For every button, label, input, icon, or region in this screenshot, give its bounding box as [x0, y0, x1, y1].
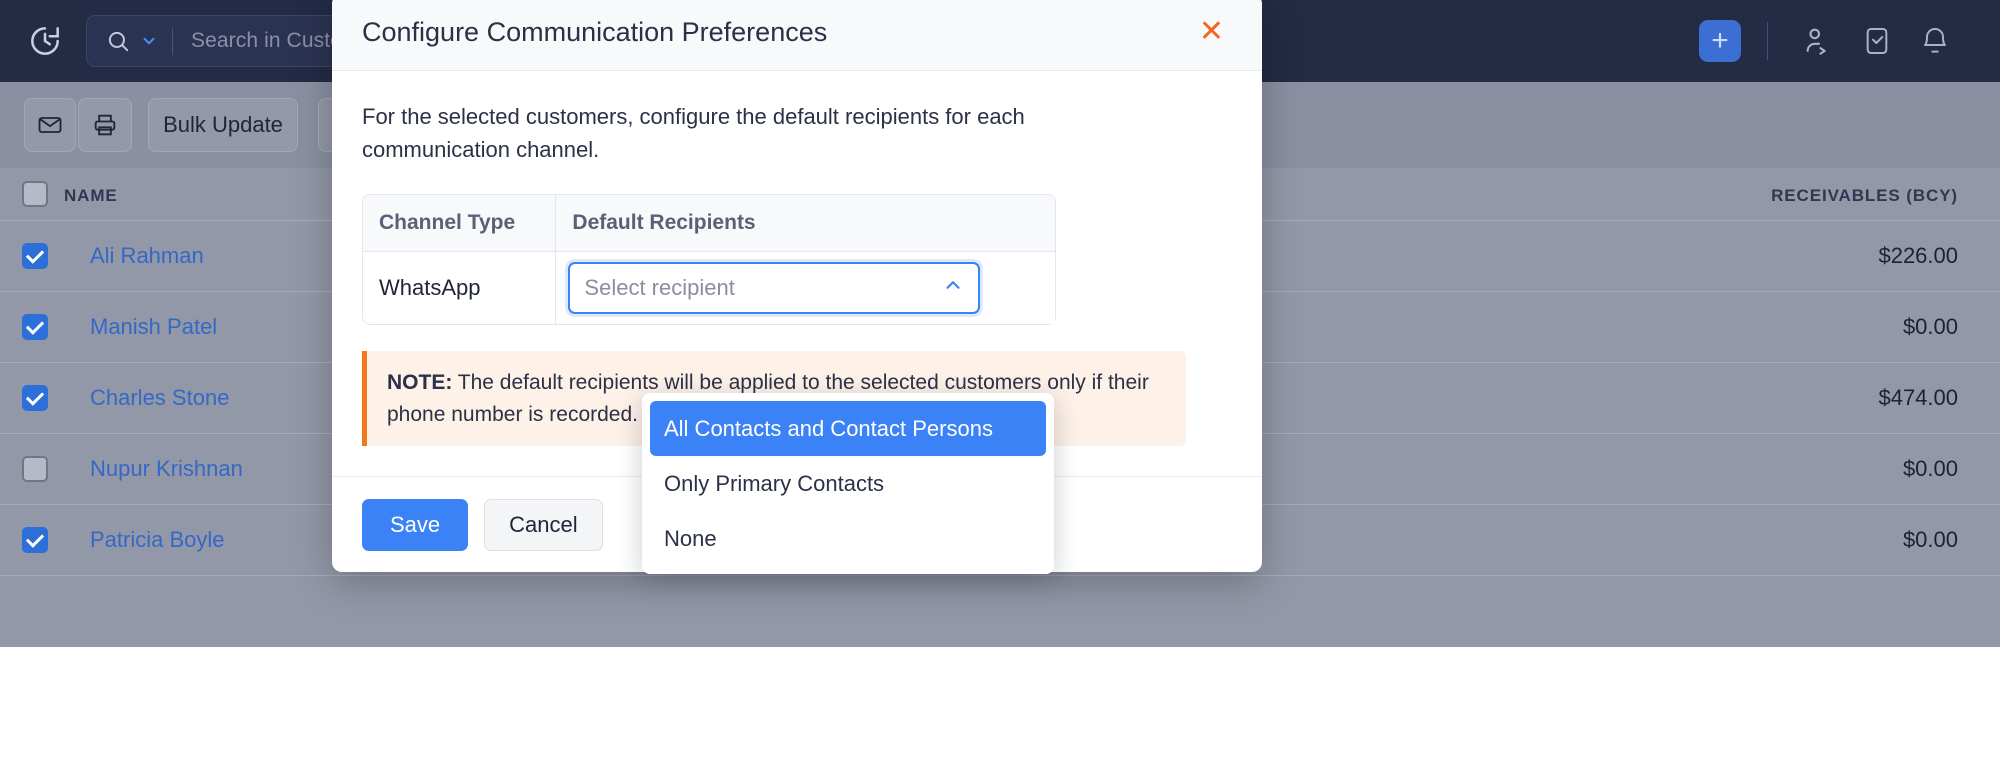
recipient-dropdown-menu: All Contacts and Contact Persons Only Pr…: [642, 393, 1054, 574]
column-header-name: NAME: [64, 186, 118, 205]
topbar-divider: [1767, 22, 1768, 60]
dropdown-option-all-contacts[interactable]: All Contacts and Contact Persons: [650, 401, 1046, 456]
configure-communication-preferences-dialog: Configure Communication Preferences ✕ Fo…: [332, 0, 1262, 574]
add-new-button[interactable]: +: [1699, 20, 1741, 62]
row-checkbox[interactable]: [22, 243, 48, 269]
tasks-clipboard-icon[interactable]: [1854, 18, 1900, 64]
select-all-checkbox[interactable]: [22, 181, 48, 207]
receivables-amount: $226.00: [1878, 243, 1958, 268]
chevron-up-icon: [942, 274, 964, 302]
channel-row-whatsapp: WhatsApp Select recipient: [363, 252, 1055, 325]
topbar-right-group: +: [1699, 0, 2000, 82]
customer-name-link[interactable]: Ali Rahman: [90, 243, 204, 269]
customer-name-link[interactable]: Manish Patel: [90, 314, 217, 340]
table-header-row: Channel Type Default Recipients: [363, 195, 1055, 253]
search-icon: [108, 31, 129, 52]
row-checkbox[interactable]: [22, 456, 48, 482]
receivables-amount: $0.00: [1902, 314, 1958, 339]
receivables-amount: $474.00: [1878, 385, 1958, 410]
save-button[interactable]: Save: [362, 498, 469, 551]
customer-name-link[interactable]: Patricia Boyle: [90, 527, 225, 553]
recipient-select-placeholder: Select recipient: [584, 275, 735, 301]
table-row[interactable]: [0, 576, 2000, 647]
customer-name-link[interactable]: Nupur Krishnan: [90, 456, 243, 482]
printer-icon: [94, 114, 116, 136]
channel-type-value: WhatsApp: [363, 252, 557, 325]
bulk-update-button[interactable]: Bulk Update: [148, 98, 298, 152]
dialog-body: For the selected customers, configure th…: [332, 71, 1262, 574]
referral-icon[interactable]: [1796, 18, 1842, 64]
row-checkbox[interactable]: [22, 314, 48, 340]
customer-name-link[interactable]: Charles Stone: [90, 385, 229, 411]
note-label: NOTE:: [387, 371, 453, 395]
recipient-select[interactable]: Select recipient: [568, 262, 981, 315]
receivables-amount: $0.00: [1902, 456, 1958, 481]
cancel-button[interactable]: Cancel: [484, 498, 603, 551]
row-checkbox[interactable]: [22, 527, 48, 553]
chevron-down-icon: [143, 37, 155, 45]
dropdown-option-none[interactable]: None: [642, 511, 1054, 566]
close-icon[interactable]: ✕: [1191, 13, 1232, 51]
header-channel-type: Channel Type: [363, 195, 557, 253]
row-checkbox[interactable]: [22, 385, 48, 411]
notifications-bell-icon[interactable]: [1912, 18, 1958, 64]
header-default-recipients: Default Recipients: [556, 195, 1055, 253]
dropdown-option-only-primary-contacts[interactable]: Only Primary Contacts: [642, 456, 1054, 511]
clock-history-icon[interactable]: [22, 18, 68, 64]
print-button[interactable]: [78, 98, 132, 152]
channel-preferences-table: Channel Type Default Recipients WhatsApp…: [362, 194, 1056, 326]
column-header-receivables: RECEIVABLES (BCY): [1771, 186, 1958, 205]
dialog-description: For the selected customers, configure th…: [362, 104, 1025, 162]
app-root: Search in Customers ( / ) + Bulk Update …: [0, 0, 2000, 763]
receivables-amount: $0.00: [1902, 527, 1958, 552]
dialog-header: Configure Communication Preferences ✕: [332, 0, 1262, 71]
search-scope-selector[interactable]: [87, 28, 172, 54]
envelope-icon: [38, 117, 62, 133]
dialog-title: Configure Communication Preferences: [362, 16, 828, 47]
email-button[interactable]: [24, 98, 76, 152]
